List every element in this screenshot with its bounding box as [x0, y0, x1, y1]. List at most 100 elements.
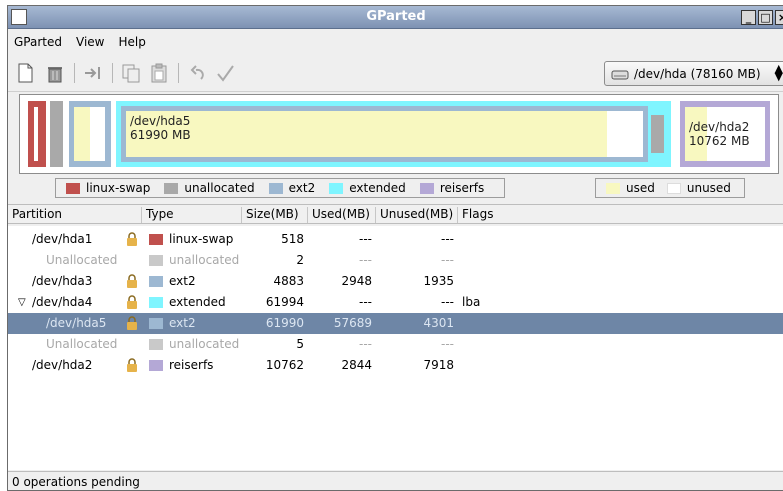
- device-selector[interactable]: /dev/hda (78160 MB) ▲ ▼: [604, 61, 783, 86]
- cell-unused: 1935: [423, 274, 454, 288]
- col-partition[interactable]: Partition: [8, 207, 142, 223]
- legend-unused: unused: [666, 181, 731, 195]
- cell-used: ---: [359, 295, 372, 309]
- hda2-name: /dev/hda2: [689, 120, 750, 134]
- col-used[interactable]: Used(MB): [308, 207, 376, 223]
- cell-used: ---: [359, 253, 372, 267]
- cell-size: 5: [296, 337, 304, 351]
- map-segment-hda1[interactable]: [28, 101, 46, 167]
- type-swatch: [149, 255, 163, 266]
- toolbar: /dev/hda (78160 MB) ▲ ▼: [8, 54, 783, 92]
- close-button[interactable]: ×: [775, 10, 783, 25]
- cell-type: unallocated: [169, 253, 240, 267]
- cell-type: unallocated: [169, 337, 240, 351]
- col-flags[interactable]: Flags: [458, 207, 783, 223]
- cell-used: ---: [359, 337, 372, 351]
- cell-partition: Unallocated: [46, 253, 118, 267]
- cell-used: ---: [359, 232, 372, 246]
- map-segment-hda4-extended[interactable]: /dev/hda5 61990 MB: [116, 101, 671, 167]
- status-bar: 0 operations pending: [8, 471, 783, 490]
- paste-icon[interactable]: [148, 62, 170, 84]
- col-size[interactable]: Size(MB): [242, 207, 308, 223]
- device-label: /dev/hda (78160 MB): [634, 66, 761, 81]
- cell-partition: Unallocated: [46, 337, 118, 351]
- copy-icon[interactable]: [120, 62, 142, 84]
- type-swatch: [149, 339, 163, 350]
- cell-partition: /dev/hda3: [32, 274, 93, 288]
- cell-unused: 4301: [423, 316, 454, 330]
- table-row[interactable]: /dev/hda1 linux-swap 518 --- ---: [8, 229, 783, 250]
- filesystem-legend: linux-swap unallocated ext2 extended rei…: [55, 178, 505, 198]
- map-segment-unallocated-2[interactable]: [651, 115, 664, 153]
- cell-unused: ---: [441, 253, 454, 267]
- col-unused[interactable]: Unused(MB): [376, 207, 458, 223]
- cell-type: reiserfs: [169, 358, 214, 372]
- cell-partition: /dev/hda2: [32, 358, 93, 372]
- table-row[interactable]: /dev/hda3 ext2 4883 2948 1935: [8, 271, 783, 292]
- cell-unused: ---: [441, 232, 454, 246]
- expander-icon[interactable]: ▽: [18, 297, 26, 308]
- type-swatch: [149, 234, 163, 245]
- apply-icon[interactable]: [214, 62, 236, 84]
- cell-size: 4883: [273, 274, 304, 288]
- legend-extended: extended: [329, 181, 406, 195]
- table-header: Partition Type Size(MB) Used(MB) Unused(…: [8, 204, 783, 224]
- hda5-size: 61990 MB: [130, 128, 191, 142]
- title-bar[interactable]: GParted _ □ ×: [8, 6, 783, 29]
- cell-partition: /dev/hda1: [32, 232, 93, 246]
- partition-table: /dev/hda1 linux-swap 518 --- --- Unalloc…: [8, 226, 783, 470]
- window-title: GParted: [366, 9, 426, 24]
- hda2-size: 10762 MB: [689, 134, 750, 148]
- table-row-selected[interactable]: /dev/hda5 ext2 61990 57689 4301: [8, 313, 783, 334]
- legend-ext2: ext2: [268, 181, 315, 195]
- cell-used: 2948: [341, 274, 372, 288]
- lock-icon: [127, 295, 137, 309]
- gparted-window: GParted _ □ × GParted View Help /dev/hda…: [7, 5, 783, 491]
- map-segment-hda5[interactable]: /dev/hda5 61990 MB: [121, 106, 648, 162]
- menu-view[interactable]: View: [76, 35, 104, 49]
- menu-help[interactable]: Help: [118, 35, 145, 49]
- maximize-button[interactable]: □: [758, 10, 773, 25]
- type-swatch: [149, 360, 163, 371]
- menu-gparted[interactable]: GParted: [14, 35, 62, 49]
- type-swatch: [149, 318, 163, 329]
- dropdown-arrow-icon: ▲ ▼: [774, 62, 783, 83]
- cell-type: ext2: [169, 274, 196, 288]
- cell-type: linux-swap: [169, 232, 234, 246]
- cell-used: 57689: [333, 316, 372, 330]
- cell-type: extended: [169, 295, 226, 309]
- undo-icon[interactable]: [186, 62, 208, 84]
- cell-used: 2844: [341, 358, 372, 372]
- col-type[interactable]: Type: [142, 207, 242, 223]
- cell-size: 61994: [265, 295, 304, 309]
- type-swatch: [149, 276, 163, 287]
- cell-unused: 7918: [423, 358, 454, 372]
- cell-unused: ---: [441, 295, 454, 309]
- minimize-button[interactable]: _: [741, 10, 756, 25]
- table-row[interactable]: ▽ /dev/hda4 extended 61994 --- --- lba: [8, 292, 783, 313]
- cell-partition: /dev/hda4: [32, 295, 93, 309]
- cell-size: 2: [296, 253, 304, 267]
- map-segment-hda3[interactable]: [69, 101, 111, 167]
- resize-icon[interactable]: [82, 62, 104, 84]
- type-swatch: [149, 297, 163, 308]
- cell-size: 61990: [265, 316, 304, 330]
- table-row[interactable]: Unallocated unallocated 2 --- ---: [8, 250, 783, 271]
- legend-reiserfs: reiserfs: [419, 181, 484, 195]
- menu-bar: GParted View Help: [8, 30, 783, 54]
- lock-icon: [127, 358, 137, 372]
- harddisk-icon: [611, 70, 629, 79]
- new-icon[interactable]: [14, 62, 36, 84]
- delete-icon[interactable]: [44, 62, 66, 84]
- lock-icon: [127, 274, 137, 288]
- map-segment-hda2[interactable]: /dev/hda2 10762 MB: [680, 101, 770, 167]
- table-row[interactable]: Unallocated unallocated 5 --- ---: [8, 334, 783, 355]
- cell-size: 10762: [265, 358, 304, 372]
- partition-map: /dev/hda5 61990 MB /dev/hda2 10762 MB: [19, 94, 779, 174]
- cell-flags: lba: [462, 295, 481, 309]
- table-row[interactable]: /dev/hda2 reiserfs 10762 2844 7918: [8, 355, 783, 376]
- lock-icon: [127, 316, 137, 330]
- map-segment-unallocated[interactable]: [50, 101, 63, 167]
- cell-unused: ---: [441, 337, 454, 351]
- legend-used: used: [606, 181, 655, 195]
